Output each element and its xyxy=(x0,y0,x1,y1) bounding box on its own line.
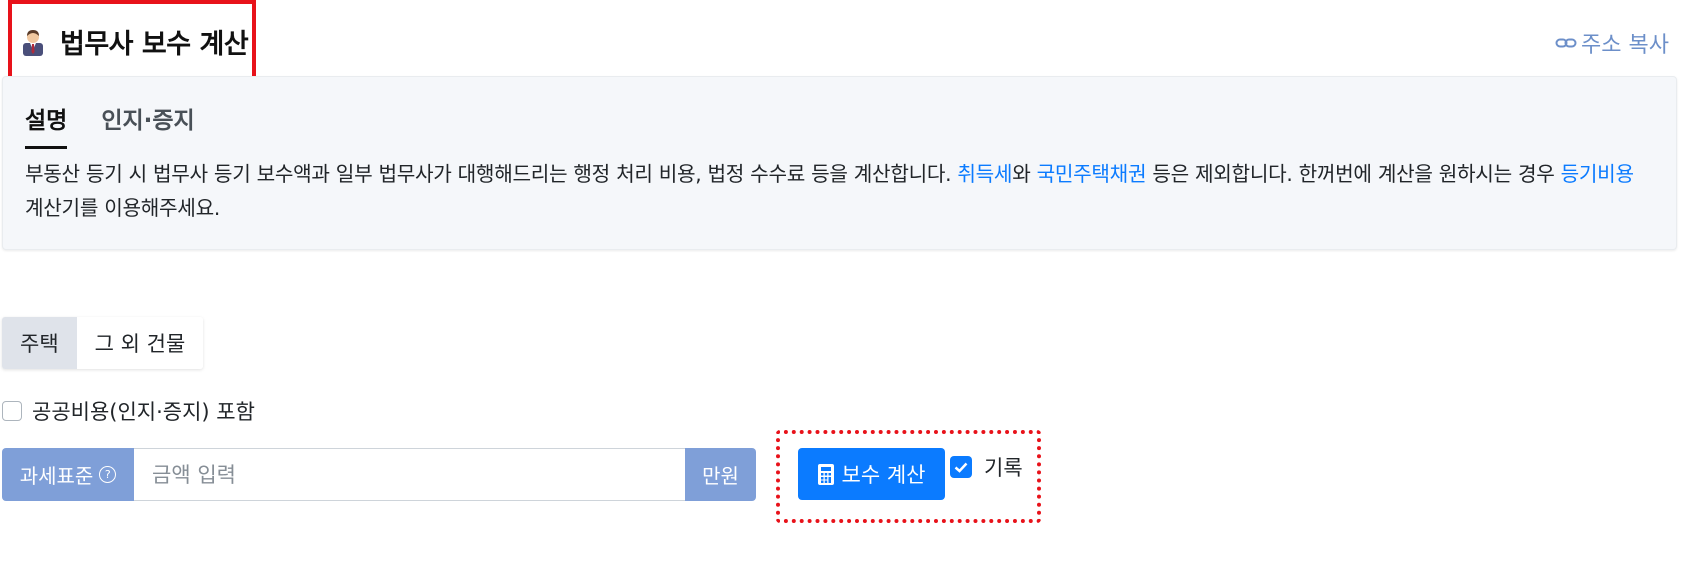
calculator-icon xyxy=(817,463,834,485)
acquisition-tax-link[interactable]: 취득세 xyxy=(957,162,1012,186)
registration-cost-link[interactable]: 등기비용 xyxy=(1561,162,1634,186)
calculate-fee-button[interactable]: 보수 계산 xyxy=(798,448,945,500)
public-cost-label: 공공비용(인지·증지) 포함 xyxy=(32,400,255,424)
checkmark-icon xyxy=(954,462,968,473)
person-with-tie-icon xyxy=(23,29,43,56)
option-house[interactable]: 주택 xyxy=(2,317,77,369)
info-panel: 설명 인지·증지 부동산 등기 시 법무사 등기 보수액과 일부 법무사가 대행… xyxy=(2,76,1677,250)
record-label: 기록 xyxy=(984,456,1023,480)
public-cost-checkbox[interactable] xyxy=(2,401,22,421)
unit-addon: 만원 xyxy=(685,448,756,501)
copy-url-label: 주소 복사 xyxy=(1581,33,1669,58)
tab-bar: 설명 인지·증지 xyxy=(25,101,195,149)
tax-base-label: 과세표준 xyxy=(19,464,94,488)
description-part-1: 부동산 등기 시 법무사 등기 보수액과 일부 법무사가 대행해드리는 행정 처… xyxy=(25,162,958,186)
copy-url-link[interactable]: 주소 복사 xyxy=(1555,27,1669,59)
public-cost-row: 공공비용(인지·증지) 포함 xyxy=(2,396,255,426)
record-row: 기록 xyxy=(950,452,1023,482)
option-other-building[interactable]: 그 외 건물 xyxy=(76,317,204,369)
calculate-fee-label: 보수 계산 xyxy=(841,463,926,487)
page-title: 법무사 보수 계산 xyxy=(60,29,249,60)
title-row: 법무사 보수 계산 xyxy=(20,22,249,61)
tax-base-addon: 과세표준 ? xyxy=(2,448,134,501)
description-part-2: 와 xyxy=(1012,162,1037,186)
question-circle-icon[interactable]: ? xyxy=(99,466,117,483)
description-text: 부동산 등기 시 법무사 등기 보수액과 일부 법무사가 대행해드리는 행정 처… xyxy=(25,157,1655,225)
description-part-3: 등은 제외합니다. 한꺼번에 계산을 원하시는 경우 xyxy=(1146,162,1561,186)
record-checkbox[interactable] xyxy=(950,456,972,478)
building-type-toggle: 주택 그 외 건물 xyxy=(2,317,204,369)
tab-stamp-fees[interactable]: 인지·증지 xyxy=(101,101,194,149)
amount-input-group: 과세표준 ? 만원 xyxy=(2,448,756,501)
tab-description[interactable]: 설명 xyxy=(25,101,68,149)
housing-bond-link[interactable]: 국민주택채권 xyxy=(1037,162,1147,186)
amount-input[interactable] xyxy=(134,448,685,501)
description-part-4: 계산기를 이용해주세요. xyxy=(25,196,220,220)
link-icon xyxy=(1555,38,1577,48)
